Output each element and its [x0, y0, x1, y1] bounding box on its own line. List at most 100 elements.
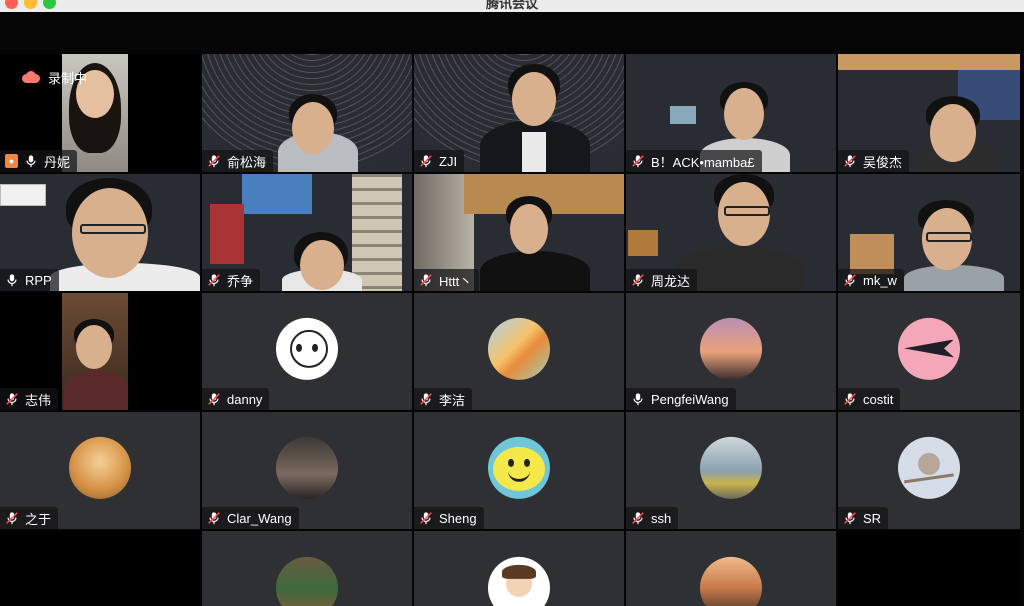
participant-nameplate: 乔争 — [202, 269, 261, 291]
participant-nameplate: 周龙达 — [626, 269, 698, 291]
participant-tile[interactable] — [626, 531, 836, 606]
participant-nameplate: 李洁 — [414, 388, 473, 410]
participant-nameplate: ssh — [626, 507, 679, 529]
microphone-muted-icon — [420, 512, 432, 525]
participant-tile[interactable]: costit — [838, 293, 1020, 410]
participant-name: 俞松海 — [227, 154, 267, 170]
participant-avatar — [898, 317, 960, 380]
microphone-muted-icon — [6, 512, 18, 525]
microphone-muted-icon — [420, 274, 432, 287]
participant-nameplate: 志伟 — [0, 388, 59, 410]
participant-avatar — [276, 436, 338, 499]
participant-tile[interactable]: 周龙达 — [626, 174, 836, 291]
participant-tile[interactable]: ssh — [626, 412, 836, 529]
participant-name: 志伟 — [25, 392, 52, 408]
participant-avatar — [700, 556, 762, 606]
participant-avatar — [488, 556, 550, 606]
microphone-icon — [26, 155, 36, 168]
microphone-muted-icon — [844, 512, 856, 525]
participant-tile[interactable]: Httt丶 — [414, 174, 624, 291]
participant-tile[interactable]: PengfeiWang — [626, 293, 836, 410]
participant-video — [62, 293, 128, 410]
participant-nameplate: 俞松海 — [202, 150, 274, 172]
participant-name: Clar_Wang — [227, 510, 292, 526]
participant-avatar — [898, 436, 960, 499]
microphone-muted-icon — [632, 512, 644, 525]
participant-tile[interactable]: RPP — [0, 174, 200, 291]
participant-avatar — [69, 436, 131, 499]
participant-name: ssh — [651, 510, 672, 526]
cloud-recording-icon — [22, 71, 40, 84]
microphone-icon — [7, 274, 17, 287]
participant-name: 周龙达 — [651, 273, 691, 289]
microphone-muted-icon — [632, 155, 644, 168]
participant-name: 吴俊杰 — [863, 154, 903, 170]
participant-tile[interactable]: 俞松海 — [202, 54, 412, 172]
microphone-muted-icon — [844, 274, 856, 287]
participant-name: 乔争 — [227, 273, 254, 289]
participant-tile[interactable]: 李洁 — [414, 293, 624, 410]
participant-name: SR — [863, 510, 882, 526]
host-icon: ● — [5, 154, 18, 168]
participant-nameplate: ZJI — [414, 150, 465, 172]
participant-name: 之于 — [25, 511, 52, 527]
empty-tile — [838, 531, 1020, 606]
participant-name: costit — [863, 391, 894, 407]
recording-label: 录制中 — [48, 71, 88, 86]
microphone-muted-icon — [420, 155, 432, 168]
microphone-muted-icon — [844, 393, 856, 406]
meeting-window: 腾讯会议 录制中 ● 丹妮 俞松海 ZJI B！ACK•mamba£ 吴俊杰 R… — [0, 0, 1024, 606]
participant-name: RPP — [25, 272, 52, 288]
participant-name: B！ACK•mamba£ — [651, 154, 755, 170]
participant-name: Httt丶 — [439, 273, 473, 289]
microphone-muted-icon — [6, 393, 18, 406]
title-bar: 腾讯会议 — [0, 0, 1024, 12]
participant-nameplate: ● 丹妮 — [0, 150, 78, 172]
participant-nameplate: PengfeiWang — [626, 388, 736, 410]
participant-nameplate: mk_w — [838, 269, 904, 291]
participant-tile[interactable]: 吴俊杰 — [838, 54, 1020, 172]
participant-tile[interactable]: Clar_Wang — [202, 412, 412, 529]
microphone-muted-icon — [632, 274, 644, 287]
participant-avatar — [700, 436, 762, 499]
participant-tile[interactable] — [202, 531, 412, 606]
microphone-muted-icon — [844, 155, 856, 168]
recording-indicator: 录制中 — [22, 68, 87, 87]
participant-nameplate: B！ACK•mamba£ — [626, 150, 762, 172]
participant-tile[interactable]: 乔争 — [202, 174, 412, 291]
participant-nameplate: Clar_Wang — [202, 507, 299, 529]
participant-tile[interactable]: 志伟 — [0, 293, 200, 410]
microphone-muted-icon — [208, 155, 220, 168]
participant-tile[interactable]: mk_w — [838, 174, 1020, 291]
participant-name: danny — [227, 391, 263, 407]
participant-name: ZJI — [439, 153, 458, 169]
microphone-muted-icon — [208, 274, 220, 287]
participant-nameplate: Sheng — [414, 507, 484, 529]
participant-tile[interactable]: 之于 — [0, 412, 200, 529]
participant-nameplate: RPP — [0, 269, 59, 291]
participant-avatar — [488, 436, 550, 499]
participant-nameplate: SR — [838, 507, 889, 529]
participant-tile[interactable]: ZJI — [414, 54, 624, 172]
participant-avatar — [488, 317, 550, 380]
participant-tile[interactable] — [414, 531, 624, 606]
participant-name: 李洁 — [439, 392, 466, 408]
microphone-muted-icon — [208, 512, 220, 525]
participant-name: mk_w — [863, 272, 897, 288]
participant-avatar — [700, 317, 762, 380]
participant-nameplate: 吴俊杰 — [838, 150, 910, 172]
participant-name: Sheng — [439, 510, 477, 526]
microphone-muted-icon — [420, 393, 432, 406]
participant-nameplate: costit — [838, 388, 901, 410]
participant-tile[interactable]: Sheng — [414, 412, 624, 529]
participant-avatar — [276, 317, 338, 380]
participant-tile[interactable]: SR — [838, 412, 1020, 529]
participant-grid: ● 丹妮 俞松海 ZJI B！ACK•mamba£ 吴俊杰 RPP 乔争 Htt… — [0, 54, 1024, 606]
participant-tile[interactable]: danny — [202, 293, 412, 410]
microphone-muted-icon — [208, 393, 220, 406]
empty-tile — [0, 531, 200, 606]
window-title: 腾讯会议 — [485, 0, 538, 11]
participant-nameplate: 之于 — [0, 507, 59, 529]
participant-nameplate: danny — [202, 388, 270, 410]
participant-tile[interactable]: B！ACK•mamba£ — [626, 54, 836, 172]
